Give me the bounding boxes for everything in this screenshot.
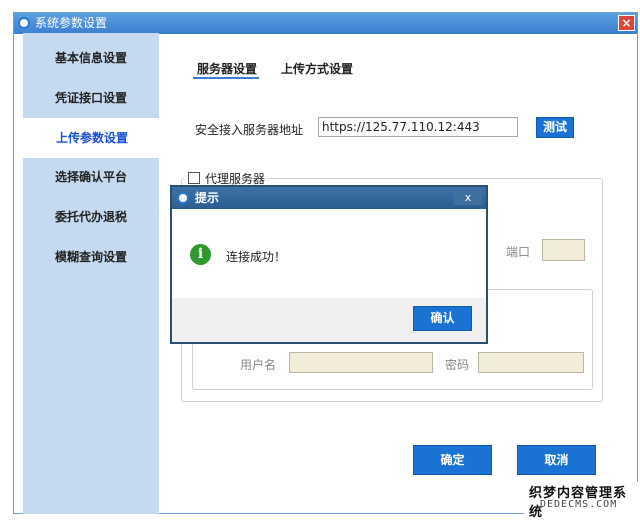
password-input[interactable] — [478, 352, 584, 373]
sidebar-item-voucher-interface[interactable]: 凭证接口设置 — [23, 78, 159, 118]
window-close-button[interactable]: × — [618, 15, 635, 31]
sidebar-item-tax-refund-agent[interactable]: 委托代办退税 — [23, 197, 159, 237]
sidebar-item-basic-info[interactable]: 基本信息设置 — [23, 38, 159, 78]
username-label: 用户名 — [240, 358, 277, 372]
server-address-input[interactable]: https://125.77.110.12:443 — [318, 117, 518, 137]
tab-server-settings[interactable]: 服务器设置 — [197, 60, 257, 77]
port-input[interactable] — [542, 239, 585, 261]
prompt-dialog: 提示 x i 连接成功！ 确认 — [170, 185, 488, 344]
proxy-checkbox[interactable] — [188, 172, 200, 184]
sidebar: 基本信息设置 凭证接口设置 上传参数设置 选择确认平台 委托代办退税 模糊查询设… — [23, 33, 161, 514]
dialog-message: 连接成功！ — [226, 250, 287, 264]
active-tab-indicator — [193, 77, 259, 79]
port-label: 端口 — [506, 245, 531, 259]
app-logo-icon — [18, 17, 30, 29]
dialog-titlebar: 提示 x — [172, 187, 486, 209]
server-address-label: 安全接入服务器地址 — [195, 123, 304, 137]
username-input[interactable] — [289, 352, 433, 373]
sidebar-item-confirm-platform[interactable]: 选择确认平台 — [23, 157, 159, 197]
watermark-url: DEDECMS.COM — [540, 499, 618, 510]
test-button[interactable]: 测试 — [536, 117, 574, 138]
dialog-confirm-button[interactable]: 确认 — [413, 306, 472, 331]
sidebar-item-upload-params[interactable]: 上传参数设置 — [23, 118, 161, 158]
window-titlebar: 系统参数设置 × — [14, 13, 637, 34]
dialog-body: i 连接成功！ — [172, 209, 486, 298]
proxy-checkbox-label: 代理服务器 — [205, 172, 266, 186]
sidebar-item-fuzzy-query[interactable]: 模糊查询设置 — [23, 237, 159, 277]
info-icon: i — [190, 244, 211, 265]
dialog-close-button[interactable]: x — [454, 190, 482, 205]
dialog-title: 提示 — [195, 191, 220, 205]
window-title: 系统参数设置 — [35, 16, 108, 30]
cancel-button[interactable]: 取消 — [517, 445, 596, 475]
tab-upload-method[interactable]: 上传方式设置 — [281, 60, 353, 77]
password-label: 密码 — [445, 358, 470, 372]
ok-button[interactable]: 确定 — [413, 445, 492, 475]
app-logo-icon — [177, 192, 189, 204]
